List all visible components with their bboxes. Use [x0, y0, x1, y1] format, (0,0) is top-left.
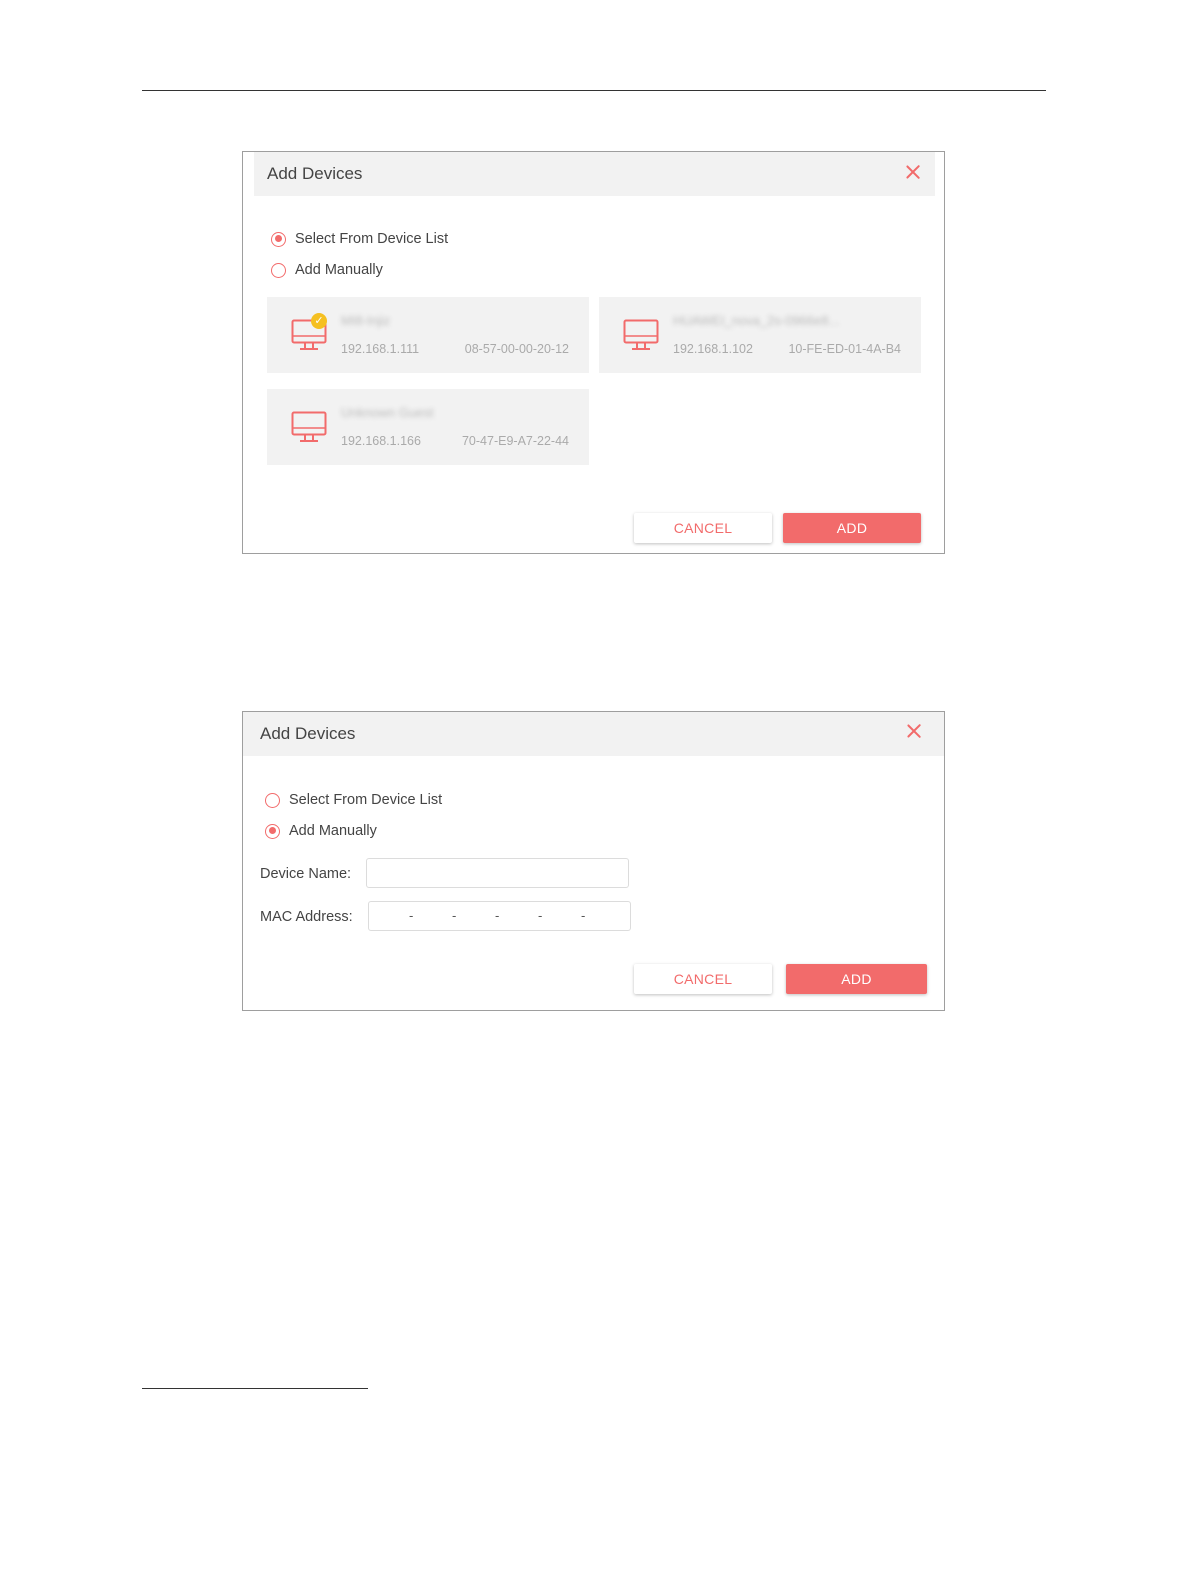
footnote-rule [142, 1388, 368, 1389]
radio-unchecked-icon[interactable] [271, 262, 286, 278]
computer-icon [291, 411, 327, 442]
device-ip: 192.168.1.166 [341, 434, 421, 448]
device-name-label: Device Name: [260, 866, 352, 882]
close-icon[interactable] [904, 721, 924, 741]
device-name-input[interactable] [366, 858, 629, 888]
radio-label: Add Manually [289, 823, 377, 839]
device-mac: 08-57-00-00-20-12 [464, 342, 569, 356]
add-button[interactable]: ADD [783, 513, 921, 543]
device-ip: 192.168.1.102 [673, 342, 753, 356]
device-name: HUAWEI_nova_2s-0966e8... [673, 313, 840, 328]
mac-separator: - [495, 908, 500, 923]
mac-address-input[interactable]: - - - - - [368, 901, 631, 931]
device-ip: 192.168.1.111 [341, 342, 420, 356]
cancel-button[interactable]: CANCEL [634, 513, 772, 543]
mac-separator: - [581, 908, 586, 923]
radio-add-manually[interactable]: Add Manually [271, 262, 383, 278]
cancel-button[interactable]: CANCEL [634, 964, 772, 994]
radio-label: Select From Device List [295, 231, 449, 247]
device-card[interactable]: Unknown Guest 192.168.1.166 70-47-E9-A7-… [267, 389, 589, 465]
dialog-titlebar: Add Devices [254, 152, 935, 196]
radio-label: Select From Device List [289, 792, 443, 808]
device-mac: 70-47-E9-A7-22-44 [461, 434, 569, 448]
radio-select-from-device-list[interactable]: Select From Device List [265, 792, 442, 808]
mac-separator: - [452, 908, 457, 923]
add-button[interactable]: ADD [786, 964, 927, 994]
mac-separator: - [538, 908, 543, 923]
dialog-titlebar: Add Devices [243, 712, 944, 756]
radio-label: Add Manually [295, 262, 383, 278]
mac-address-label: MAC Address: [260, 909, 353, 925]
radio-select-from-device-list[interactable]: Select From Device List [271, 231, 448, 247]
computer-icon [623, 319, 659, 350]
radio-checked-icon[interactable] [265, 823, 280, 839]
device-name: Unknown Guest [341, 405, 434, 420]
radio-add-manually[interactable]: Add Manually [265, 823, 377, 839]
dialog-title: Add Devices [260, 724, 356, 743]
device-card[interactable]: ✓ MI8-Injiz 192.168.1.111 08-57-00-00-20… [267, 297, 589, 373]
device-name: MI8-Injiz [341, 313, 391, 328]
close-icon[interactable] [903, 162, 923, 182]
add-devices-dialog-device-list: Add Devices Select From Device List Add … [242, 151, 945, 554]
mac-separator: - [409, 908, 414, 923]
check-badge-icon: ✓ [311, 313, 327, 329]
page-header-rule [142, 90, 1046, 91]
device-mac: 10-FE-ED-01-4A-B4 [788, 342, 901, 356]
radio-checked-icon[interactable] [271, 231, 286, 247]
add-devices-dialog-manual: Add Devices Select From Device List Add … [242, 711, 945, 1011]
device-card[interactable]: HUAWEI_nova_2s-0966e8... 192.168.1.102 1… [599, 297, 921, 373]
dialog-title: Add Devices [267, 164, 363, 183]
radio-unchecked-icon[interactable] [265, 792, 280, 808]
